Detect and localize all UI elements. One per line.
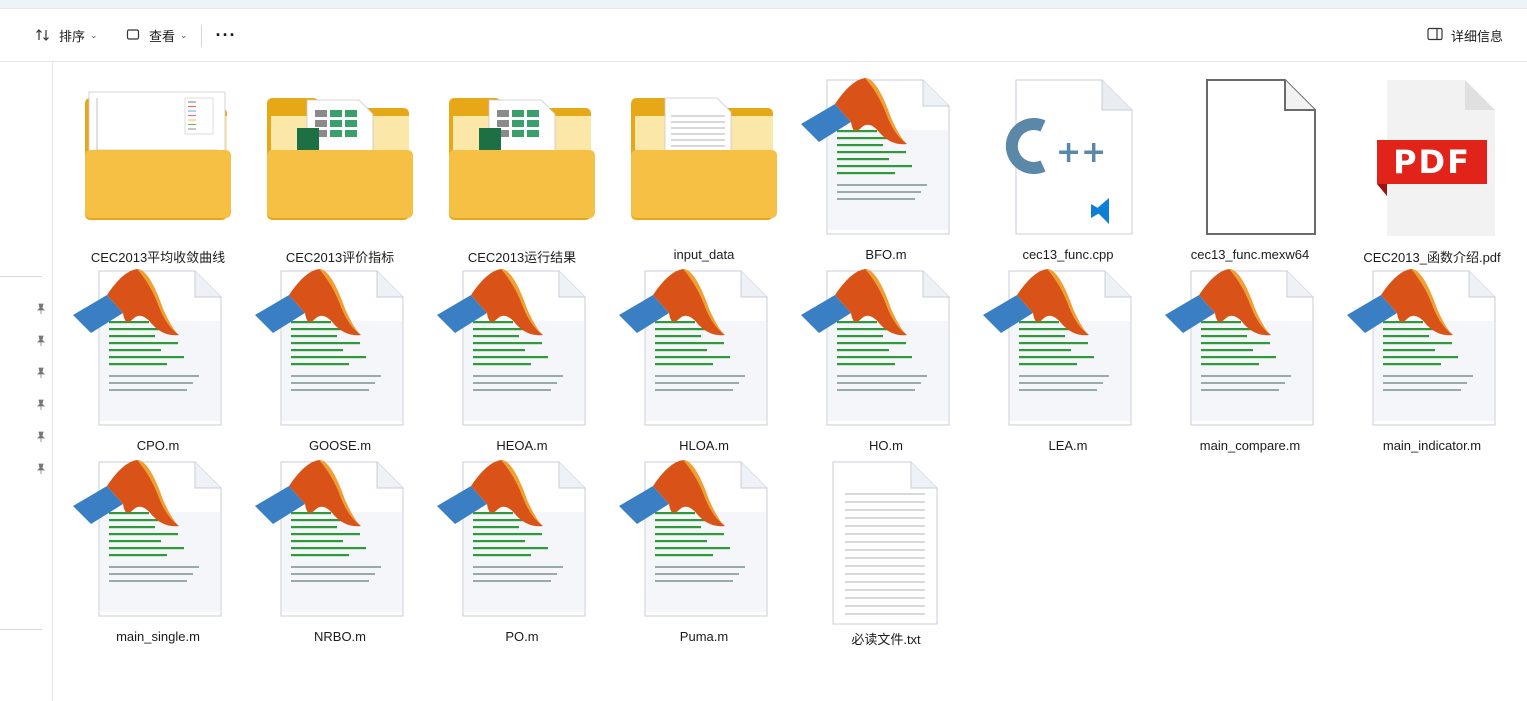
sort-arrows-icon bbox=[34, 26, 52, 44]
matlab-file-icon: %% ... bbox=[249, 261, 431, 439]
file-item[interactable]: %% ... Puma.m bbox=[613, 452, 795, 644]
file-item[interactable]: %% ... GOOSE.m bbox=[249, 261, 431, 453]
nav-divider bbox=[0, 276, 42, 277]
matlab-file-icon: %% ... bbox=[431, 452, 613, 630]
view-label: 查看 bbox=[149, 28, 176, 44]
file-item[interactable]: %% ... PO.m bbox=[431, 452, 613, 644]
file-name: NRBO.m bbox=[314, 629, 366, 644]
pin-icon[interactable] bbox=[34, 302, 48, 316]
matlab-file-icon: %% ... bbox=[613, 261, 795, 439]
file-name: 必读文件.txt bbox=[851, 632, 921, 647]
file-item[interactable]: cec13_func.mexw64 bbox=[1159, 70, 1341, 262]
pin-icon[interactable] bbox=[34, 430, 48, 444]
file-item[interactable]: CEC2013平均收敛曲线 bbox=[67, 70, 249, 265]
chevron-down-icon: ⌄ bbox=[90, 29, 98, 40]
text-file-icon bbox=[795, 452, 977, 630]
file-name: input_data bbox=[673, 247, 735, 262]
matlab-file-icon: %% ... bbox=[249, 452, 431, 630]
window-top-strip bbox=[0, 0, 1527, 9]
sort-label: 排序 bbox=[59, 28, 86, 44]
file-name: HLOA.m bbox=[679, 438, 729, 453]
matlab-file-icon: %% ... bbox=[1159, 261, 1341, 439]
view-button[interactable]: 查看 ⌄ bbox=[124, 17, 188, 53]
folder-icon bbox=[249, 70, 431, 248]
file-item[interactable]: %% ... main_single.m bbox=[67, 452, 249, 644]
matlab-file-icon: %% ... bbox=[431, 261, 613, 439]
file-item[interactable]: %% ... HO.m bbox=[795, 261, 977, 453]
blank-file-icon bbox=[1159, 70, 1341, 248]
svg-text:PDF: PDF bbox=[1393, 143, 1471, 181]
matlab-file-icon: %% ... bbox=[977, 261, 1159, 439]
command-bar: 排序 ⌄ 查看 ⌄ ··· 详细信息 bbox=[0, 9, 1527, 62]
folder-icon bbox=[431, 70, 613, 248]
matlab-file-icon: %% ... bbox=[795, 261, 977, 439]
matlab-file-icon: %% ... bbox=[795, 70, 977, 248]
file-name: main_indicator.m bbox=[1382, 438, 1482, 453]
matlab-file-icon: %% ... bbox=[67, 261, 249, 439]
file-item[interactable]: %% ... main_compare.m bbox=[1159, 261, 1341, 453]
sort-button[interactable]: 排序 ⌄ bbox=[34, 17, 98, 53]
pin-icon[interactable] bbox=[34, 462, 48, 476]
file-item[interactable]: %% ... main_indicator.m bbox=[1341, 261, 1523, 453]
file-item[interactable]: input_data bbox=[613, 70, 795, 262]
file-name: cec13_func.mexw64 bbox=[1190, 247, 1310, 262]
file-item[interactable]: CEC2013评价指标 bbox=[249, 70, 431, 265]
file-item[interactable]: %% ... NRBO.m bbox=[249, 452, 431, 644]
details-pane-icon bbox=[1427, 27, 1443, 44]
file-name: HEOA.m bbox=[496, 438, 548, 453]
nav-divider bbox=[0, 629, 42, 630]
file-name: LEA.m bbox=[1048, 438, 1088, 453]
chevron-down-icon: ⌄ bbox=[180, 29, 188, 40]
file-item[interactable]: PDF CEC2013_函数介绍.pdf bbox=[1341, 70, 1523, 265]
toolbar-divider bbox=[201, 25, 202, 47]
folder-icon bbox=[613, 70, 795, 248]
pdf-file-icon: PDF bbox=[1341, 70, 1523, 248]
file-item[interactable]: CEC2013运行结果 bbox=[431, 70, 613, 265]
pin-icon[interactable] bbox=[34, 398, 48, 412]
file-name: GOOSE.m bbox=[308, 438, 372, 453]
file-item[interactable]: %% ... LEA.m bbox=[977, 261, 1159, 453]
file-name: cec13_func.cpp bbox=[1022, 247, 1114, 262]
file-name: PO.m bbox=[505, 629, 539, 644]
details-pane-button[interactable]: 详细信息 bbox=[1427, 17, 1503, 53]
file-grid: CEC2013平均收敛曲线 CEC2013评价指标 CEC2013运行结果 in… bbox=[67, 62, 1527, 701]
file-item[interactable]: %% ... BFO.m bbox=[795, 70, 977, 262]
matlab-file-icon: %% ... bbox=[1341, 261, 1523, 439]
file-item[interactable]: %% ... HLOA.m bbox=[613, 261, 795, 453]
file-name: BFO.m bbox=[865, 247, 907, 262]
file-name: Puma.m bbox=[679, 629, 729, 644]
folder-icon bbox=[67, 70, 249, 248]
navigation-pane bbox=[0, 62, 53, 701]
file-name: CPO.m bbox=[136, 438, 180, 453]
svg-text:++: ++ bbox=[1056, 135, 1106, 170]
file-item[interactable]: 必读文件.txt bbox=[795, 452, 977, 647]
matlab-file-icon: %% ... bbox=[67, 452, 249, 630]
cpp-file-icon: ++ bbox=[977, 70, 1159, 248]
file-name: HO.m bbox=[869, 438, 903, 453]
details-label: 详细信息 bbox=[1450, 28, 1503, 44]
file-item[interactable]: %% ... HEOA.m bbox=[431, 261, 613, 453]
view-layout-icon bbox=[124, 26, 142, 44]
file-item[interactable]: ++ cec13_func.cpp bbox=[977, 70, 1159, 262]
pin-icon[interactable] bbox=[34, 334, 48, 348]
more-label: ··· bbox=[215, 24, 237, 45]
more-options-button[interactable]: ··· bbox=[214, 17, 238, 53]
matlab-file-icon: %% ... bbox=[613, 452, 795, 630]
file-item[interactable]: %% ... CPO.m bbox=[67, 261, 249, 453]
pin-icon[interactable] bbox=[34, 366, 48, 380]
file-name: main_compare.m bbox=[1199, 438, 1301, 453]
file-name: main_single.m bbox=[116, 629, 200, 644]
